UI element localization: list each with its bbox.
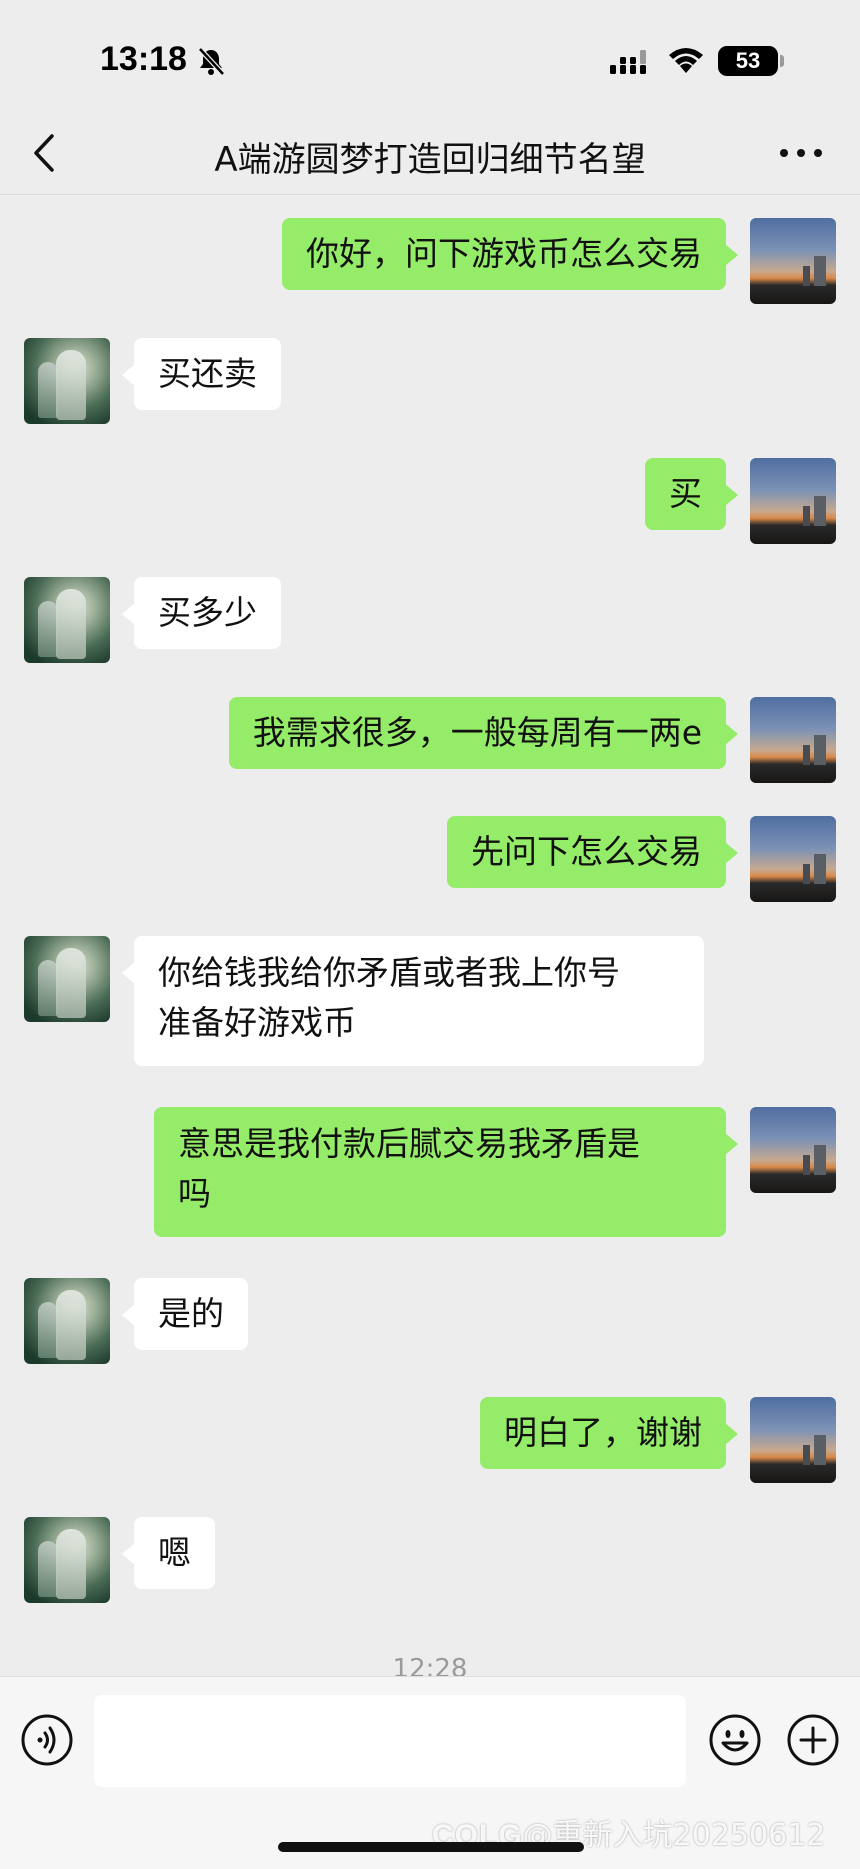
message-bubble-self[interactable]: 意思是我付款后腻交易我矛盾是 吗	[154, 1107, 738, 1237]
contact-avatar[interactable]	[24, 577, 110, 663]
wifi-icon	[669, 48, 703, 73]
contact-avatar[interactable]	[24, 936, 110, 1022]
self-avatar[interactable]	[750, 1397, 836, 1483]
contact-avatar[interactable]	[24, 1517, 110, 1603]
self-avatar[interactable]	[750, 1107, 836, 1193]
battery-indicator: 53	[718, 46, 778, 76]
message-bubble-other[interactable]: 买还卖	[122, 338, 281, 410]
status-bar: 13:18 53	[0, 0, 860, 110]
message-bubble-self[interactable]: 买	[645, 458, 738, 530]
message-bubble-other[interactable]: 是的	[122, 1278, 248, 1350]
message-bubble-self[interactable]: 你好，问下游戏币怎么交易	[282, 218, 738, 290]
self-avatar[interactable]	[750, 697, 836, 783]
message-bubble-self[interactable]: 明白了，谢谢	[480, 1397, 738, 1469]
more-dots-icon[interactable]	[776, 138, 826, 168]
chat-title: A端游圆梦打造回归细节名望	[214, 140, 646, 180]
message-bubble-self[interactable]: 我需求很多，一般每周有一两e	[228, 697, 739, 769]
contact-avatar[interactable]	[24, 1278, 110, 1364]
chat-header: A端游圆梦打造回归细节名望	[0, 110, 860, 195]
self-avatar[interactable]	[750, 458, 836, 544]
message-input[interactable]	[94, 1695, 686, 1787]
signal-icon	[610, 50, 646, 74]
message-bubble-other[interactable]: 嗯	[122, 1517, 215, 1589]
emoji-icon[interactable]	[708, 1713, 762, 1767]
chevron-left-icon[interactable]	[28, 130, 62, 176]
self-avatar[interactable]	[750, 816, 836, 902]
bell-slash-icon	[198, 47, 225, 76]
message-bubble-other[interactable]: 你给钱我给你矛盾或者我上你号 准备好游戏币	[122, 936, 704, 1066]
home-indicator[interactable]	[278, 1842, 584, 1852]
self-avatar[interactable]	[750, 218, 836, 304]
message-bubble-other[interactable]: 买多少	[122, 577, 281, 649]
contact-avatar[interactable]	[24, 338, 110, 424]
status-time: 13:18	[100, 40, 187, 78]
plus-icon[interactable]	[786, 1713, 840, 1767]
message-timestamp: 12:28	[392, 1654, 468, 1676]
voice-icon[interactable]	[20, 1713, 74, 1767]
message-bubble-self[interactable]: 先问下怎么交易	[447, 816, 738, 888]
battery-tip	[780, 55, 784, 67]
